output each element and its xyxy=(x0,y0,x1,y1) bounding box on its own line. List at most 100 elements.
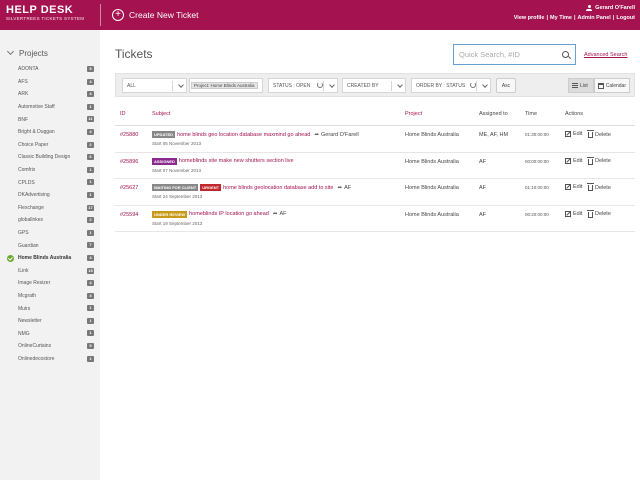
my-time-link[interactable]: My Time xyxy=(550,15,572,21)
edit-button[interactable]: Edit xyxy=(565,157,582,164)
asc-button[interactable]: Asc xyxy=(496,78,516,93)
project-count-badge: 1 xyxy=(87,179,94,186)
user-name-row: Gerard O'Farell xyxy=(514,5,635,11)
subject-line: WAITING FOR CLIENT URGENT home blinds geol… xyxy=(152,184,351,191)
sidebar-project-item[interactable]: Comfrix 1 xyxy=(0,164,100,177)
quick-search-input[interactable] xyxy=(459,50,559,59)
table-row: #25594 UNDER REVIEW homeblinds IP location… xyxy=(115,206,635,232)
ticket-subject-link[interactable]: homeblinds site make new shutters sectio… xyxy=(179,158,294,164)
delete-button[interactable]: Delete xyxy=(587,209,611,218)
quick-search-box[interactable] xyxy=(453,44,576,65)
ticket-assigned: AF xyxy=(479,185,487,191)
ticket-subject-link[interactable]: homeblinds IP location go ahead xyxy=(189,211,269,217)
table-header: ID Subject Project Assigned to Time Acti… xyxy=(115,102,635,126)
calendar-view-button[interactable]: Calendar xyxy=(594,78,630,93)
sidebar-project-item[interactable]: Image Resizer 4 xyxy=(0,277,100,290)
col-project[interactable]: Project xyxy=(405,111,422,117)
ticket-start-date: Start 05 November 2013 xyxy=(152,141,202,146)
delete-label: Delete xyxy=(595,211,611,217)
chevron-down-icon xyxy=(178,82,184,88)
sidebar-project-item[interactable]: NMG 1 xyxy=(0,327,100,340)
sidebar-project-item[interactable]: Choice Paper 2 xyxy=(0,139,100,152)
search-icon[interactable] xyxy=(562,51,569,58)
created-by-filter[interactable]: CREATED BY xyxy=(342,78,406,93)
sidebar-project-item[interactable]: DKAdvertising 1 xyxy=(0,189,100,202)
sidebar-project-item[interactable]: CPLDS 1 xyxy=(0,176,100,189)
project-count-badge: 4 xyxy=(87,280,94,287)
sidebar-project-item[interactable]: OnlineCurtains 5 xyxy=(0,340,100,353)
calendar-icon xyxy=(598,82,604,89)
ticket-subject-link[interactable]: home blinds geo location database maxmin… xyxy=(177,132,310,138)
edit-icon xyxy=(565,210,571,217)
sidebar-project-item[interactable]: AFS 4 xyxy=(0,76,100,89)
subject-line: ASSIGNED homeblinds site make new shutter… xyxy=(152,157,294,165)
order-by-value: ORDER BY : STATUS xyxy=(416,82,466,89)
sidebar-project-label: ARK xyxy=(18,91,29,98)
list-icon xyxy=(572,83,578,88)
project-filter-tag[interactable]: Project: Home Blinds Australia xyxy=(191,82,258,89)
project-count-badge: 1 xyxy=(87,305,94,312)
sidebar-project-item[interactable]: Home Blinds Australia 4 xyxy=(0,252,100,265)
brand-logo[interactable]: HELP DESK SILVERTREES TICKETS SYSTEM xyxy=(6,4,98,22)
ticket-id-link[interactable]: #25880 xyxy=(120,132,138,138)
advanced-search-link[interactable]: Advanced Search xyxy=(584,52,627,58)
sidebar-project-label: DKAdvertising xyxy=(18,192,50,199)
ticket-id-link[interactable]: #25594 xyxy=(120,212,138,218)
ticket-time: 00:00:00:00 xyxy=(525,158,549,164)
sidebar-project-item[interactable]: Automotive Staff 1 xyxy=(0,101,100,114)
sidebar-project-item[interactable]: Onlinedecostore 1 xyxy=(0,353,100,366)
sidebar-project-item[interactable]: Flexchange 17 xyxy=(0,202,100,215)
list-view-label: List xyxy=(580,82,588,89)
ticket-start-date: Start 07 November 2013 xyxy=(152,167,202,173)
admin-panel-link[interactable]: Admin Panel xyxy=(578,15,611,21)
forward-arrow-icon: ➦ xyxy=(314,131,319,138)
sidebar-project-item[interactable]: Guardian 7 xyxy=(0,239,100,252)
sidebar-project-item[interactable]: BNF 11 xyxy=(0,113,100,126)
status-filter-value: STATUS : OPEN xyxy=(273,82,311,89)
project-count-badge: 4 xyxy=(87,128,94,135)
sidebar-project-item[interactable]: Mcgrath 4 xyxy=(0,290,100,303)
edit-button[interactable]: Edit xyxy=(565,184,582,190)
delete-button[interactable]: Delete xyxy=(587,183,611,191)
col-id[interactable]: ID xyxy=(120,111,126,117)
sidebar-project-item[interactable]: Bright & Duggan 4 xyxy=(0,126,100,139)
sidebar-project-item[interactable]: Newsletter 1 xyxy=(0,315,100,328)
edit-label: Edit xyxy=(573,184,583,190)
sidebar-project-label: Automotive Staff xyxy=(18,104,55,111)
project-count-badge: 11 xyxy=(87,116,94,123)
project-filter[interactable]: Project: Home Blinds Australia xyxy=(189,78,263,93)
ticket-subject-link[interactable]: home blinds geolocation database add to … xyxy=(223,185,333,191)
sidebar-project-item[interactable]: Muirs 1 xyxy=(0,302,100,315)
all-select[interactable]: ALL xyxy=(122,78,187,93)
ticket-assignee: AF xyxy=(344,184,352,191)
sidebar-project-item[interactable]: Classic Building Design 6 xyxy=(0,151,100,164)
ticket-project: Home Blinds Australia xyxy=(405,158,459,165)
order-by-select[interactable]: ORDER BY : STATUS xyxy=(411,78,491,93)
sidebar-project-item[interactable]: globallnkes 2 xyxy=(0,214,100,227)
sidebar-project-item[interactable]: ADONTA 9 xyxy=(0,63,100,76)
divider xyxy=(391,81,392,91)
sidebar-project-label: ADONTA xyxy=(18,66,39,73)
delete-button[interactable]: Delete xyxy=(587,130,611,138)
col-subject[interactable]: Subject xyxy=(152,111,170,117)
delete-button[interactable]: Delete xyxy=(587,156,611,165)
projects-header[interactable]: Projects xyxy=(0,30,100,60)
create-ticket-button[interactable]: + Create New Ticket xyxy=(112,8,198,22)
view-profile-link[interactable]: View profile xyxy=(514,15,545,21)
edit-button[interactable]: Edit xyxy=(565,131,582,137)
project-count-badge: 1 xyxy=(87,355,94,362)
sidebar-project-item[interactable]: ILink 15 xyxy=(0,265,100,278)
ticket-id-link[interactable]: #25627 xyxy=(120,185,138,191)
ticket-id-link[interactable]: #25896 xyxy=(120,159,138,165)
sidebar-project-item[interactable]: ARK 4 xyxy=(0,88,100,101)
status-filter[interactable]: STATUS : OPEN xyxy=(268,78,338,93)
project-count-badge: 4 xyxy=(87,91,94,98)
project-count-badge: 17 xyxy=(87,204,94,211)
sidebar-project-item[interactable]: GPS 1 xyxy=(0,227,100,240)
list-view-button[interactable]: List xyxy=(568,78,594,93)
logout-link[interactable]: Logout xyxy=(616,15,635,21)
table-row: #25627 WAITING FOR CLIENT URGENT home blind… xyxy=(115,179,635,206)
edit-icon xyxy=(565,184,571,190)
project-count-badge: 4 xyxy=(87,78,94,85)
edit-button[interactable]: Edit xyxy=(565,210,582,217)
